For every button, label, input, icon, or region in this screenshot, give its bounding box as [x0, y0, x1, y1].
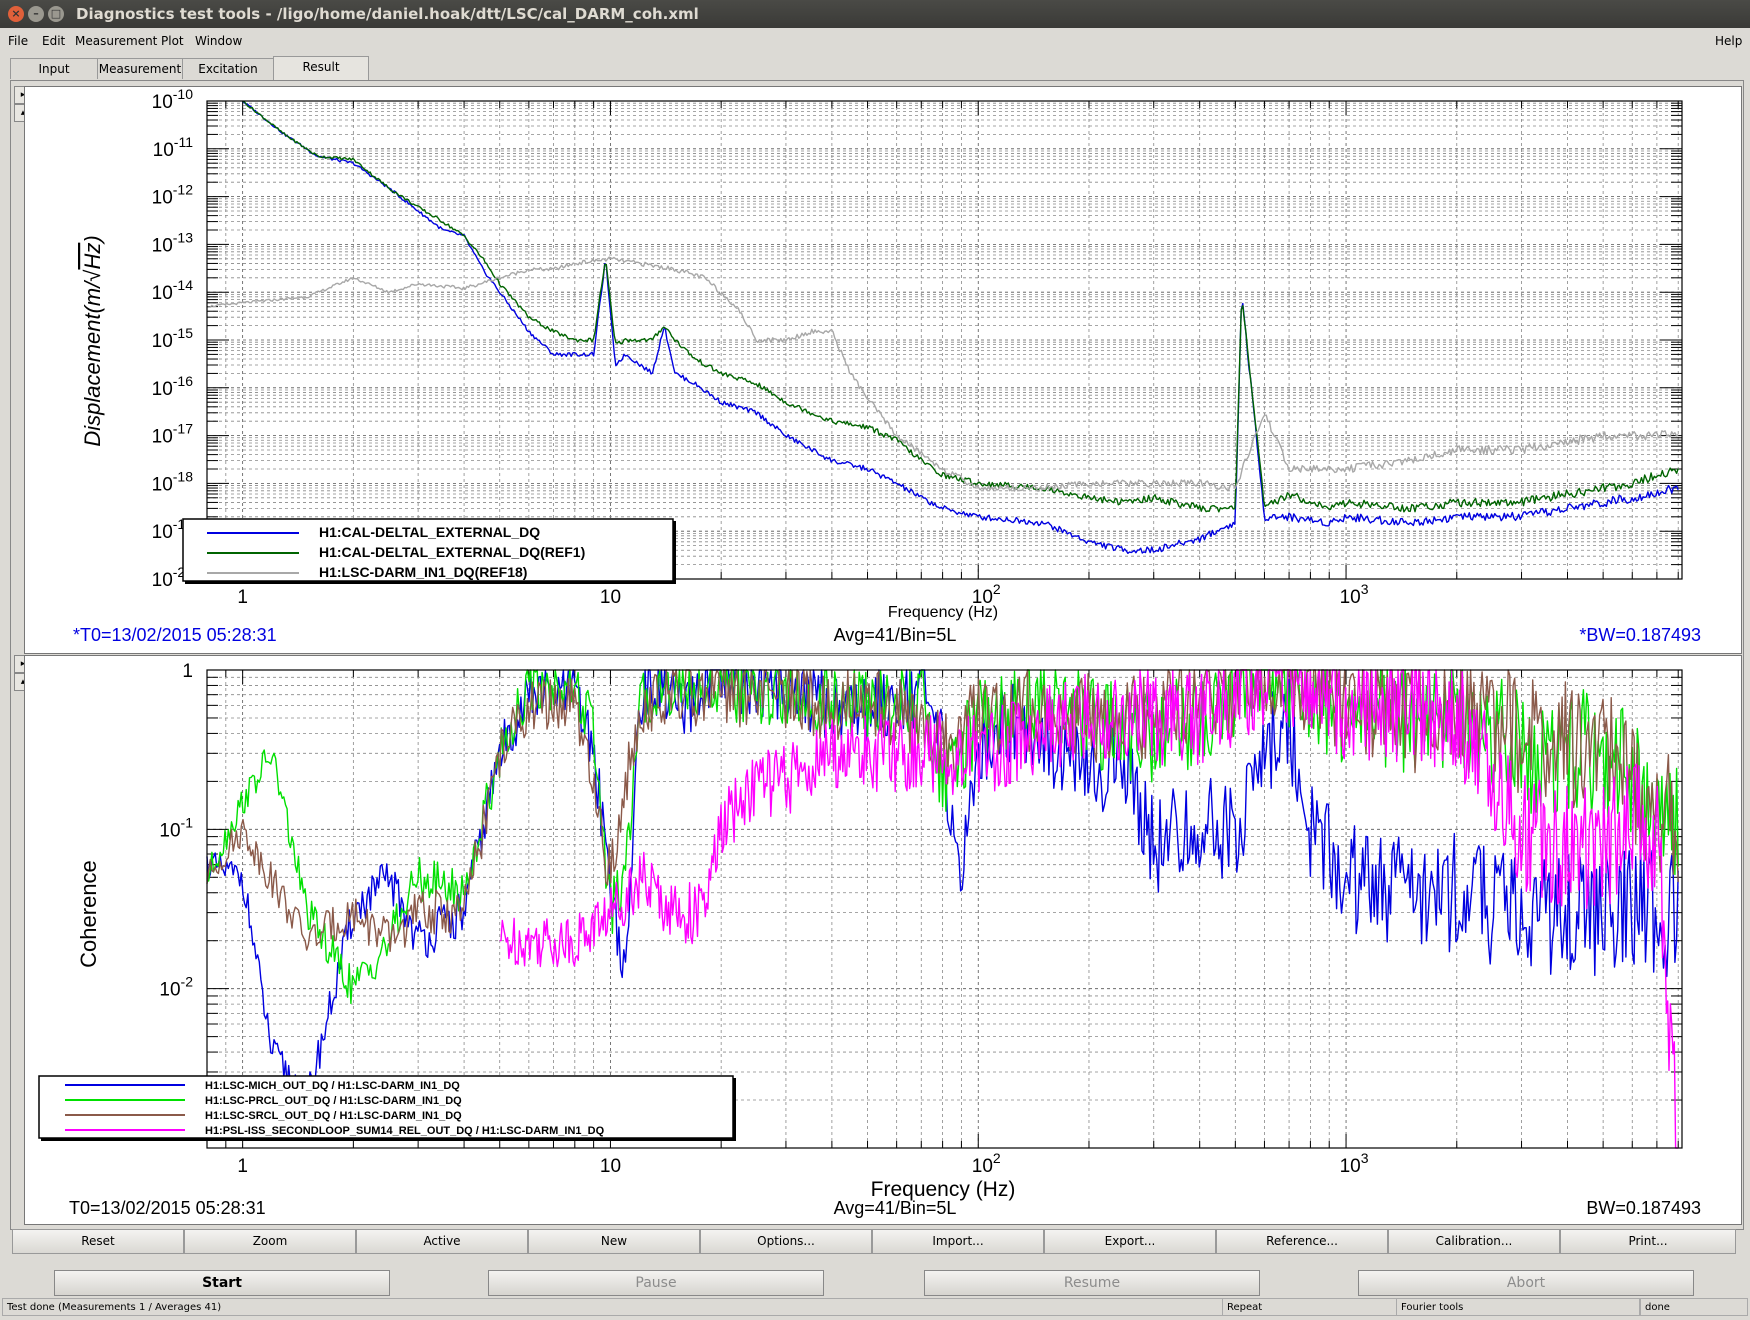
reset-button[interactable]: Reset — [12, 1229, 184, 1254]
resume-button[interactable]: Resume — [924, 1270, 1260, 1296]
new-button[interactable]: New — [528, 1229, 700, 1254]
x-tick-label: 1 — [237, 587, 248, 608]
maximize-icon[interactable]: □ — [48, 6, 64, 22]
tab-measurement[interactable]: Measurement — [97, 58, 183, 79]
tab-excitation[interactable]: Excitation — [182, 58, 274, 79]
export-button[interactable]: Export... — [1044, 1229, 1216, 1254]
y-tick-label: 10-18 — [152, 468, 194, 495]
x-tick-label: 10 — [600, 587, 621, 608]
x-tick-label: 102 — [972, 1150, 1001, 1177]
tab-bar: Input Measurement Excitation Result — [0, 56, 1750, 80]
minimize-icon[interactable]: – — [28, 6, 44, 22]
status-tools: Fourier tools — [1396, 1298, 1640, 1316]
menu-edit[interactable]: Edit — [42, 34, 65, 48]
coherence-plot[interactable]: 1 10 102 103110-110-2 Coherence Frequency (… — [25, 656, 1741, 1224]
x-tick-label: 1 — [237, 1156, 248, 1177]
y-tick-label: 1 — [182, 661, 193, 682]
menu-plot[interactable]: Plot — [161, 34, 184, 48]
bw-label: *BW=0.187493 — [1579, 625, 1701, 645]
tab-result[interactable]: Result — [273, 56, 369, 80]
y-tick-label: 10-1 — [159, 814, 193, 841]
avg-label: Avg=41/Bin=5L — [834, 1198, 957, 1218]
avg-label: Avg=41/Bin=5L — [834, 625, 957, 645]
t0-label: *T0=13/02/2015 05:28:31 — [73, 625, 277, 645]
window-titlebar: × – □ Diagnostics test tools - /ligo/hom… — [0, 0, 1750, 28]
x-axis-label: Frequency (Hz) — [888, 604, 998, 621]
start-button[interactable]: Start — [54, 1270, 390, 1296]
close-icon[interactable]: × — [8, 6, 24, 22]
y-tick-label: 10-11 — [153, 134, 194, 161]
spectrum-plot-panel[interactable]: 1 10 102 103 10-10 10-11 10-12 10-13 10-14 10-15 1… — [24, 86, 1742, 654]
print-button[interactable]: Print... — [1560, 1229, 1736, 1254]
menu-measurement[interactable]: Measurement — [75, 34, 157, 48]
calibration-button[interactable]: Calibration... — [1388, 1229, 1560, 1254]
status-state: done — [1640, 1298, 1748, 1316]
bw-label: BW=0.187493 — [1586, 1198, 1701, 1218]
x-tick-label: 103 — [1340, 581, 1369, 608]
y-tick-label: 10-15 — [152, 325, 194, 352]
legend-label: H1:CAL-DELTAL_EXTERNAL_DQ — [319, 524, 540, 540]
status-repeat: Repeat — [1222, 1298, 1398, 1316]
status-message: Test done (Measurements 1 / Averages 41) — [2, 1298, 1224, 1316]
legend: H1:CAL-DELTAL_EXTERNAL_DQ H1:CAL-DELTAL_E… — [182, 518, 676, 584]
pause-button[interactable]: Pause — [488, 1270, 824, 1296]
legend: H1:LSC-MICH_OUT_DQ / H1:LSC-DARM_IN1_DQ H… — [38, 1075, 736, 1141]
menu-bar: File Edit Measurement Plot Window Help — [0, 30, 1750, 52]
y-tick-label: 10-13 — [152, 229, 194, 256]
y-tick-label: 10-17 — [152, 421, 194, 448]
menu-file[interactable]: File — [8, 34, 28, 48]
menu-window[interactable]: Window — [195, 34, 242, 48]
window-title: Diagnostics test tools - /ligo/home/dani… — [76, 5, 699, 23]
x-tick-label: 10 — [600, 1156, 621, 1177]
abort-button[interactable]: Abort — [1358, 1270, 1694, 1296]
legend-label: H1:LSC-DARM_IN1_DQ(REF18) — [319, 564, 527, 580]
y-axis-label: Coherence — [76, 860, 101, 968]
coherence-plot-panel[interactable]: 1 10 102 103 1 10-1 10-2 Coherence Frequency (… — [24, 655, 1742, 1225]
reference-button[interactable]: Reference... — [1216, 1229, 1388, 1254]
y-tick-label: 10-2 — [159, 974, 193, 1001]
legend-label: H1:LSC-PRCL_OUT_DQ / H1:LSC-DARM_IN1_DQ — [205, 1095, 462, 1107]
y-tick-label: 10-10 — [152, 87, 194, 113]
y-tick-label: 10-12 — [152, 182, 194, 209]
y-tick-label: 10-14 — [152, 277, 194, 304]
legend-label: H1:LSC-SRCL_OUT_DQ / H1:LSC-DARM_IN1_DQ — [205, 1110, 462, 1122]
menu-help[interactable]: Help — [1715, 34, 1742, 48]
active-button[interactable]: Active — [356, 1229, 528, 1254]
import-button[interactable]: Import... — [872, 1229, 1044, 1254]
zoom-button[interactable]: Zoom — [184, 1229, 356, 1254]
legend-label: H1:PSL-ISS_SECONDLOOP_SUM14_REL_OUT_DQ /… — [205, 1125, 605, 1137]
options-button[interactable]: Options... — [700, 1229, 872, 1254]
spectrum-plot[interactable]: 1 10 102 10310-1010-1110-1210-1310-1410-151… — [25, 87, 1741, 653]
y-axis-label: Displacement(m/√Hz) — [80, 235, 105, 446]
x-tick-label: 103 — [1340, 1150, 1369, 1177]
sqrt-symbol: √ — [80, 269, 105, 282]
y-tick-label: 10-16 — [152, 373, 194, 400]
legend-label: H1:LSC-MICH_OUT_DQ / H1:LSC-DARM_IN1_DQ — [205, 1080, 460, 1092]
tab-input[interactable]: Input — [10, 58, 98, 79]
legend-label: H1:CAL-DELTAL_EXTERNAL_DQ(REF1) — [319, 544, 585, 560]
t0-label: T0=13/02/2015 05:28:31 — [69, 1198, 266, 1218]
